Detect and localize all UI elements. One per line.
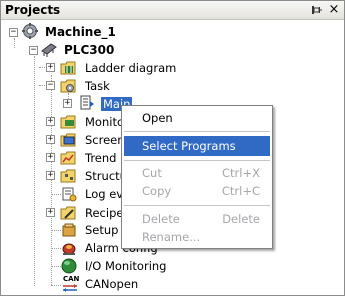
collapse-toggle[interactable]: − <box>9 28 18 37</box>
menu-item-cut: Cut Ctrl+X <box>124 163 270 183</box>
menu-item-delete: Delete Delete <box>124 209 270 229</box>
menu-item-rename-label: Rename... <box>142 230 201 244</box>
arrows-icon <box>63 284 77 292</box>
tree-line <box>51 75 52 285</box>
program-icon <box>80 95 94 110</box>
tree-line <box>51 285 61 286</box>
tree-item-task[interactable]: Task <box>85 79 110 93</box>
task-folder-icon <box>60 79 76 93</box>
alarm-icon <box>62 243 76 255</box>
monitor-folder-icon <box>60 115 76 129</box>
projects-panel: Projects × − Machine_1 − PLC300 + Ladder… <box>0 0 345 296</box>
pin-icon[interactable] <box>311 4 323 16</box>
tree-item-trend[interactable]: Trend <box>85 151 116 165</box>
expand-toggle[interactable]: + <box>46 63 55 72</box>
tree-line <box>51 266 61 267</box>
tree-item-canopen[interactable]: CANopen <box>85 277 138 291</box>
collapse-toggle[interactable]: − <box>29 46 38 55</box>
menu-item-open-label: Open <box>142 111 173 125</box>
menu-item-delete-shortcut: Delete <box>222 212 260 226</box>
tree-item-io[interactable]: I/O Monitoring <box>85 259 166 273</box>
menu-item-copy-shortcut: Ctrl+C <box>221 184 260 198</box>
tree-item-plc[interactable]: PLC300 <box>64 43 114 57</box>
canopen-icon-text: CAN <box>63 275 80 283</box>
menu-item-cut-shortcut: Ctrl+X <box>222 166 260 180</box>
menu-item-cut-label: Cut <box>142 166 162 180</box>
structure-folder-icon <box>60 169 76 183</box>
menu-item-copy: Copy Ctrl+C <box>124 181 270 201</box>
tree-item-machine[interactable]: Machine_1 <box>45 25 116 39</box>
tree-line <box>51 230 61 231</box>
log-events-icon <box>62 187 77 202</box>
tree-item-screen[interactable]: Screen <box>85 133 125 147</box>
close-icon[interactable]: × <box>327 2 341 18</box>
canopen-icon: CAN <box>61 275 79 293</box>
expand-toggle[interactable]: + <box>63 99 72 108</box>
menu-item-open[interactable]: Open <box>124 108 270 128</box>
menu-item-copy-label: Copy <box>142 184 172 198</box>
expand-toggle[interactable]: + <box>46 153 55 162</box>
ladder-diagram-icon <box>60 61 76 75</box>
panel-title: Projects <box>5 3 61 17</box>
menu-item-rename: Rename... <box>124 227 270 247</box>
context-menu: Open Select Programs Cut Ctrl+X Copy Ctr… <box>121 105 273 249</box>
setup-icon <box>62 223 76 237</box>
menu-item-select-programs[interactable]: Select Programs <box>124 136 270 156</box>
tree-line <box>14 38 15 48</box>
trend-folder-icon <box>60 151 76 165</box>
collapse-toggle[interactable]: − <box>46 81 55 90</box>
panel-titlebar: Projects × <box>1 1 344 20</box>
menu-separator <box>124 160 270 161</box>
menu-separator <box>124 205 270 206</box>
expand-toggle[interactable]: + <box>46 171 55 180</box>
tree-item-recipe[interactable]: Recipe <box>85 206 123 220</box>
machine-gear-icon <box>22 23 38 39</box>
tree-line <box>51 248 61 249</box>
io-monitoring-icon <box>61 258 77 274</box>
expand-toggle[interactable]: + <box>46 117 55 126</box>
tree-line <box>51 194 61 195</box>
menu-item-delete-label: Delete <box>142 212 180 226</box>
plc-chip-icon <box>41 43 57 57</box>
recipe-folder-icon <box>60 206 76 220</box>
tree-line <box>34 56 35 286</box>
tree-item-ladder[interactable]: Ladder diagram <box>85 61 176 75</box>
expand-toggle[interactable]: + <box>46 135 55 144</box>
screen-folder-icon <box>60 133 76 147</box>
expand-toggle[interactable]: + <box>46 208 55 217</box>
menu-separator <box>124 131 270 132</box>
menu-item-select-programs-label: Select Programs <box>142 139 236 153</box>
